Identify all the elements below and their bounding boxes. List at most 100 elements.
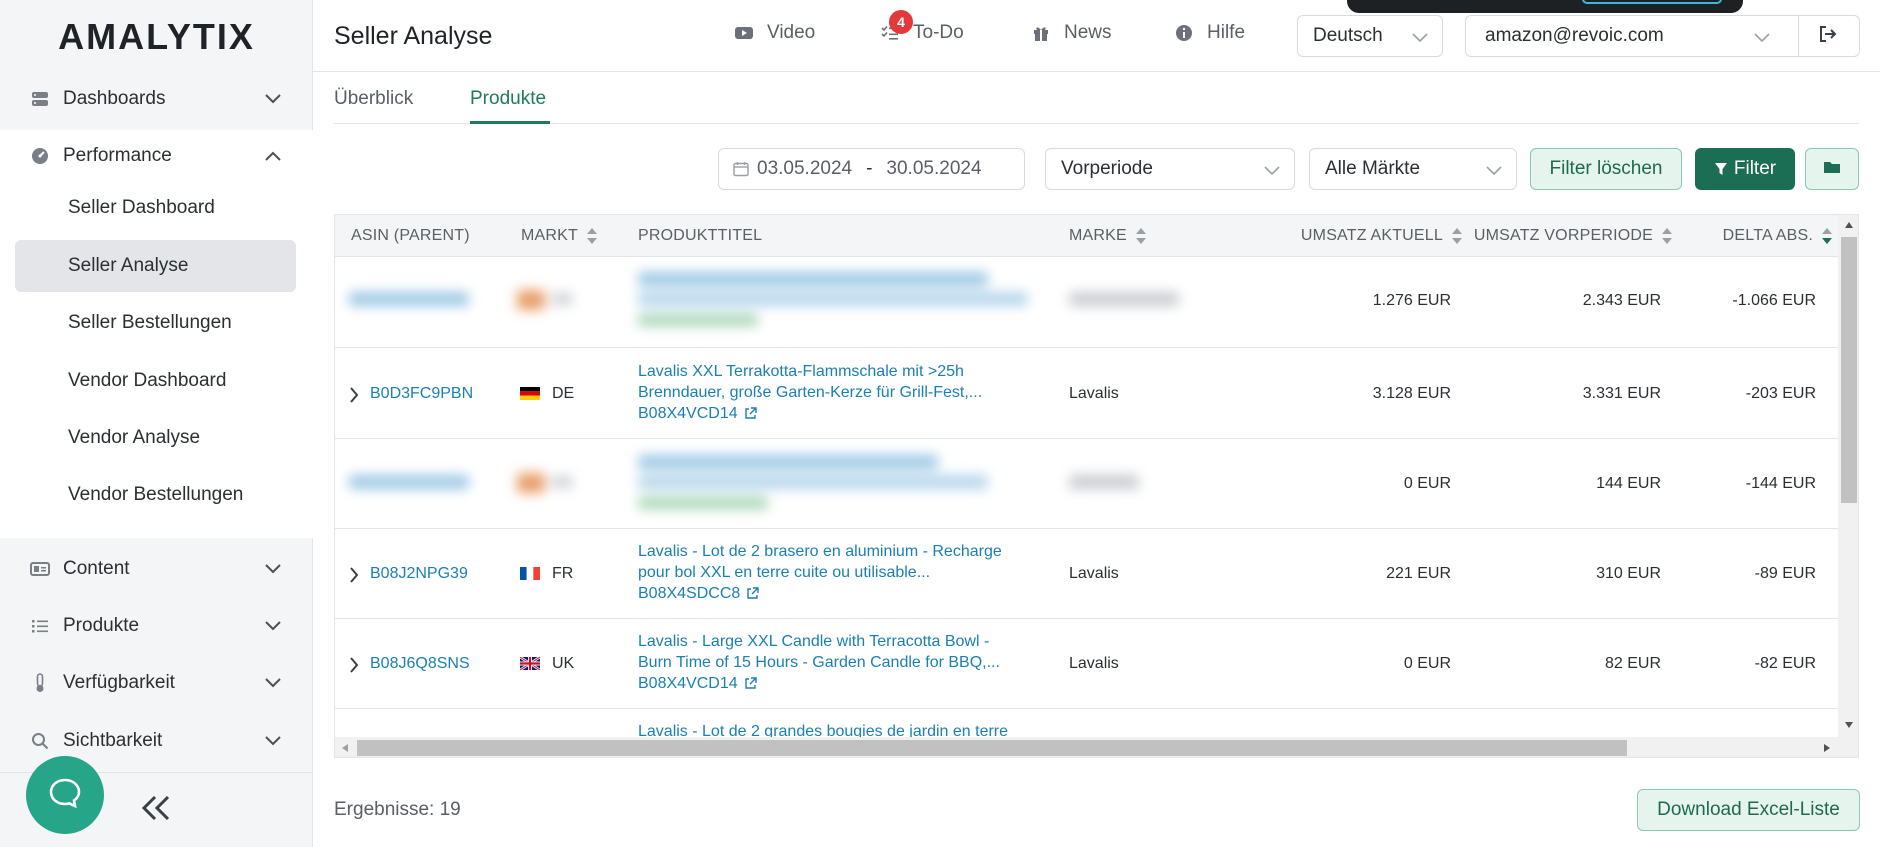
sidebar-item-vendor-analyse[interactable]: Vendor Analyse [15,412,296,464]
external-link-icon[interactable] [746,587,759,600]
sidebar-group-produkte[interactable]: Produkte [0,600,313,652]
flag-de-icon [520,387,540,400]
external-link-icon[interactable] [744,677,757,690]
app-logo[interactable]: AMALYTIX [0,16,313,58]
header-link-video[interactable]: Video [733,22,815,44]
table-header: ASIN (PARENT) MARKT PRODUKTTITEL MARKE U… [335,215,1838,257]
table-row[interactable]: B08J6Q8SNS UK Lavalis - Large XXL Candle… [335,619,1838,709]
vertical-scroll-thumb[interactable] [1841,237,1857,503]
active-tab-indicator [470,121,550,124]
sidebar-group-dashboards[interactable]: Dashboards [0,73,313,125]
sidebar-group-performance[interactable]: Performance [0,130,313,182]
product-title-link[interactable]: Lavalis - Large XXL Candle with Terracot… [638,631,1038,694]
filter-button-label: Filter [1733,158,1777,179]
top-header: Seller Analyse Video 4 To-Do News Hilfe … [313,0,1880,72]
collapse-sidebar-button[interactable] [138,792,174,828]
header-link-todo[interactable]: 4 To-Do [879,10,964,44]
asin-link[interactable]: B0D3FC9PBN [370,385,473,403]
thermometer-icon [30,673,50,693]
scroll-left-icon[interactable] [341,743,349,753]
delta-abs: -89 EUR [1754,565,1816,582]
market-code: DE [552,385,575,402]
sidebar-item-seller-analyse[interactable]: Seller Analyse [15,240,296,292]
delta-abs: -203 EUR [1745,385,1816,402]
table-row[interactable]: 1.276 EUR 2.343 EUR -1.066 EUR [335,258,1838,348]
gauge-icon [30,146,50,166]
language-select[interactable]: Deutsch [1297,15,1443,57]
funnel-icon [1714,162,1728,176]
chevron-right-icon[interactable] [349,387,359,408]
umsatz-aktuell: 0 EUR [1403,475,1451,492]
sidebar-group-content[interactable]: Content [0,543,313,595]
filter-button[interactable]: Filter [1695,148,1795,190]
horizontal-scrollbar[interactable] [335,737,1838,757]
scroll-up-icon[interactable] [1844,221,1854,229]
scroll-right-icon[interactable] [1823,743,1831,753]
clear-filter-button[interactable]: Filter löschen [1530,148,1682,190]
comparison-value: Vorperiode [1061,158,1153,179]
sidebar-item-vendor-dashboard[interactable]: Vendor Dashboard [15,355,296,407]
chevron-down-icon [1754,27,1770,49]
language-value: Deutsch [1313,25,1383,46]
column-header-marke[interactable]: MARKE [1069,215,1147,257]
sidebar-item-seller-bestellungen[interactable]: Seller Bestellungen [15,297,296,349]
sidebar-group-verfuegbarkeit[interactable]: Verfügbarkeit [0,657,313,709]
products-table: ASIN (PARENT) MARKT PRODUKTTITEL MARKE U… [334,214,1859,758]
child-asin[interactable]: B08X4VCD14 [638,673,738,694]
delta-abs: -1.066 EUR [1732,292,1816,309]
table-row[interactable]: B08J2NPG39 FR Lavalis - Lot de 2 brasero… [335,529,1838,619]
sidebar-item-vendor-bestellungen[interactable]: Vendor Bestellungen [15,469,296,521]
chevron-down-icon [263,731,283,751]
child-asin[interactable]: B08X4VCD14 [638,403,738,424]
header-link-hilfe[interactable]: Hilfe [1173,22,1245,44]
product-title-link[interactable]: Lavalis XXL Terrakotta-Flammschale mit >… [638,361,1038,424]
column-header-markt[interactable]: MARKT [521,215,598,257]
column-header-delta-abs[interactable]: DELTA ABS. [1613,215,1833,257]
chat-button[interactable] [26,756,104,834]
account-email: amazon@revoic.com [1485,25,1664,46]
scroll-down-icon[interactable] [1844,721,1854,729]
column-header-produkttitel[interactable]: PRODUKTTITEL [638,215,762,257]
calendar-icon [733,161,749,177]
chevron-right-icon[interactable] [349,657,359,678]
table-row[interactable]: 0 EUR 144 EUR -144 EUR [335,439,1838,529]
external-link-icon[interactable] [744,407,757,420]
saved-filters-button[interactable] [1805,148,1859,190]
umsatz-aktuell: 221 EUR [1386,565,1451,582]
tab-produkte[interactable]: Produkte [470,88,546,110]
asin-link[interactable]: B08J2NPG39 [370,565,468,583]
chevron-right-icon[interactable] [349,567,359,588]
tab-ueberblick[interactable]: Überblick [334,88,413,110]
chevron-down-icon [263,616,283,636]
info-icon [1173,22,1195,44]
account-select[interactable]: amazon@revoic.com [1465,15,1799,57]
product-title-link[interactable]: Lavalis - Lot de 2 brasero en aluminium … [638,541,1038,604]
column-header-asin[interactable]: ASIN (PARENT) [351,215,470,257]
sidebar-item-seller-dashboard[interactable]: Seller Dashboard [15,182,296,234]
chat-icon [48,777,82,814]
double-chevron-left-icon [141,795,171,826]
column-header-umsatz-aktuell[interactable]: UMSATZ AKTUELL [1233,215,1463,257]
top-notification-button[interactable] [1582,0,1722,4]
table-row[interactable]: B0D3FC9PBN DE Lavalis XXL Terrakotta-Fla… [335,349,1838,439]
header-link-label: To-Do [913,22,964,43]
delta-abs: -144 EUR [1745,475,1816,492]
sidebar-group-label: Performance [63,145,172,166]
delta-abs: -82 EUR [1754,655,1816,672]
sort-desc-icon [1821,226,1833,246]
asin-link[interactable]: B08J6Q8SNS [370,655,470,673]
date-from: 03.05.2024 [757,158,853,179]
markets-select[interactable]: Alle Märkte [1309,148,1517,190]
date-to: 30.05.2024 [886,158,982,179]
sidebar: AMALYTIX Dashboards Performance Seller D… [0,0,313,847]
download-excel-button[interactable]: Download Excel-Liste [1637,789,1860,831]
top-notification-bar [1347,0,1743,13]
logout-button[interactable] [1797,15,1860,57]
date-range-picker[interactable]: 03.05.2024 - 30.05.2024 [718,148,1025,190]
child-asin[interactable]: B08X4SDCC8 [638,583,740,604]
horizontal-scroll-thumb[interactable] [357,740,1627,756]
comparison-select[interactable]: Vorperiode [1045,148,1295,190]
chevron-down-icon [263,673,283,693]
vertical-scrollbar[interactable] [1838,215,1858,757]
header-link-news[interactable]: News [1030,22,1112,44]
